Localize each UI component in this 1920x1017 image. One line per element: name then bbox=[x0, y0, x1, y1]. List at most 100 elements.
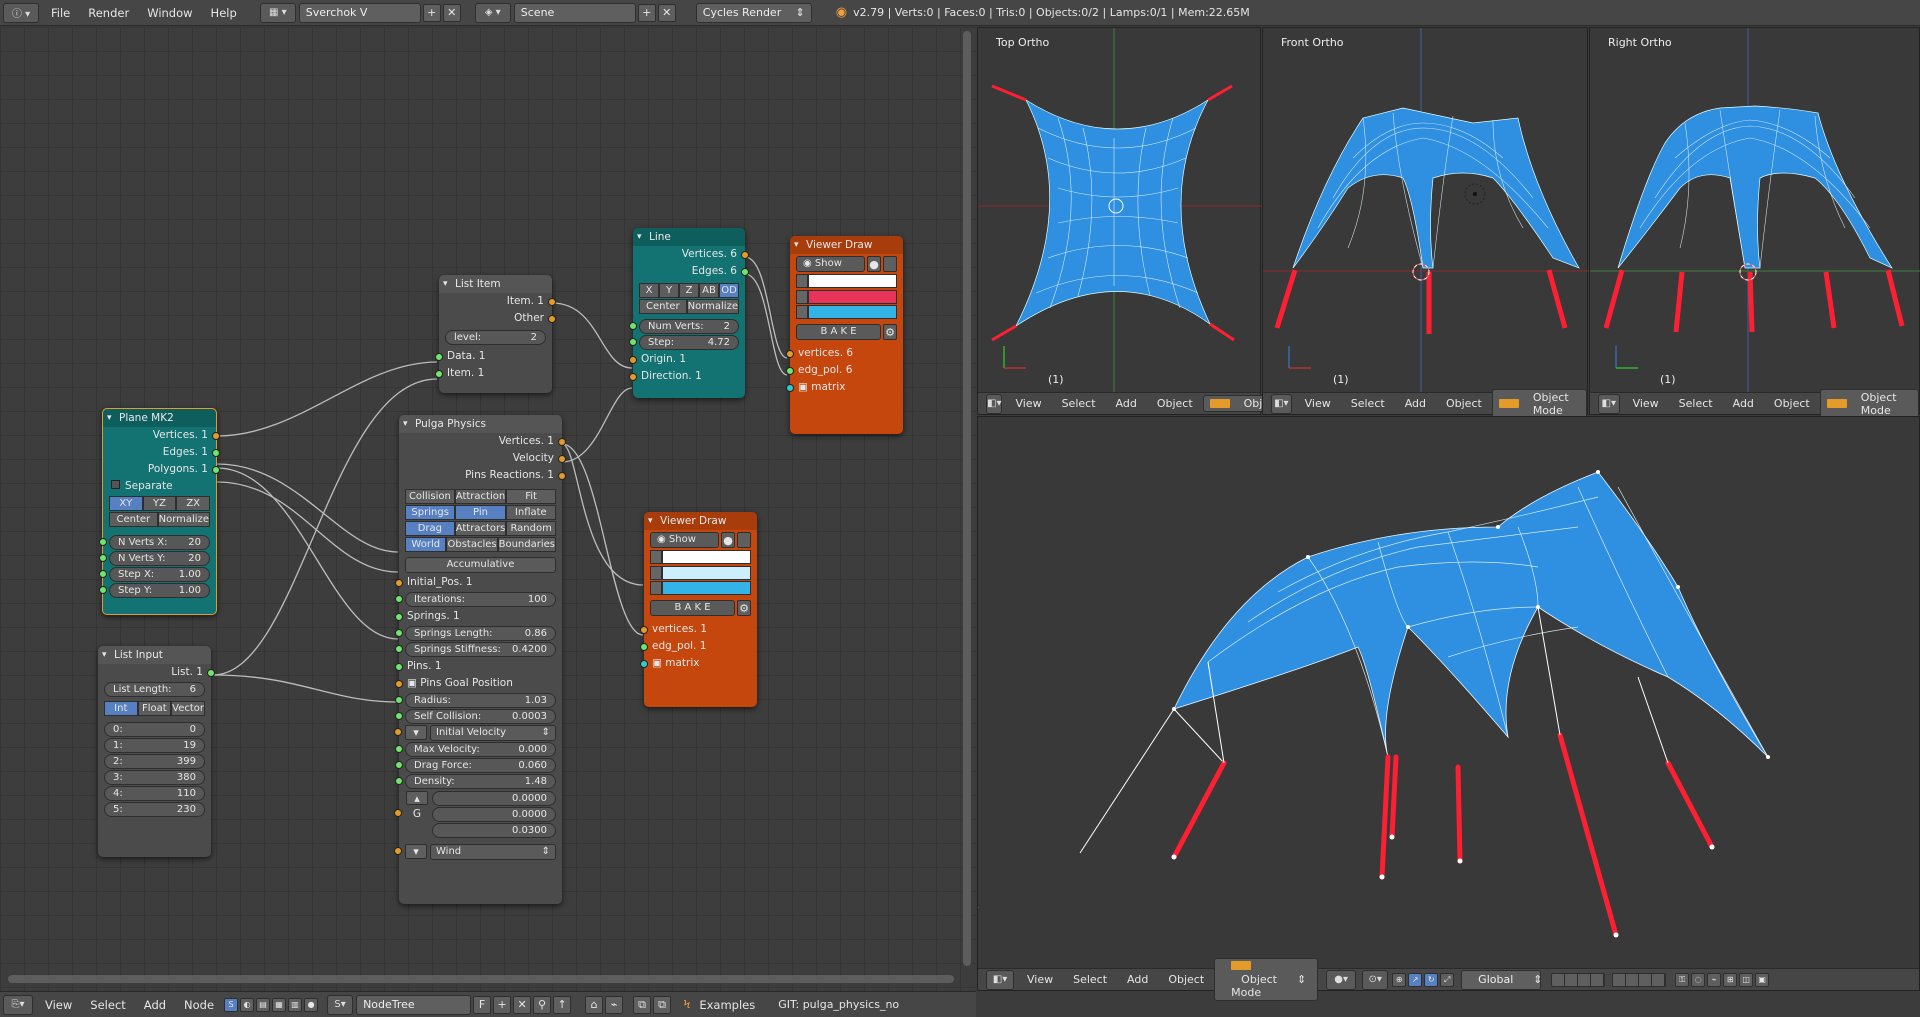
separate-checkbox[interactable]: Separate bbox=[103, 478, 216, 495]
copy-icon[interactable]: ⧉ bbox=[633, 995, 652, 1014]
render-icon[interactable]: ◫ bbox=[1739, 972, 1754, 987]
node-viewer-draw-1[interactable]: Viewer Draw ◉ Show● B A K E⚙ vertices. 6… bbox=[786, 236, 903, 434]
node-tree-field[interactable]: NodeTree bbox=[356, 994, 472, 1015]
menu-object[interactable]: Object bbox=[1764, 397, 1820, 410]
menu-node[interactable]: Node bbox=[175, 998, 223, 1012]
socket-item-in[interactable]: Item. 1 bbox=[435, 365, 552, 382]
springs-stiffness-field[interactable]: Springs Stiffness: 0.4200 bbox=[395, 642, 556, 657]
socket-icon[interactable] bbox=[394, 809, 402, 817]
gravity-x-field[interactable]: 0.0000 bbox=[432, 791, 556, 806]
viewport-right-ortho[interactable]: Right Ortho (1) ◧▾ View Select Add Objec… bbox=[1589, 27, 1920, 419]
wind-select[interactable]: Wind ⇕ bbox=[430, 844, 556, 860]
menu-object[interactable]: Object bbox=[1147, 397, 1203, 410]
axis-ab-button[interactable]: AB bbox=[699, 283, 719, 298]
rotate-icon[interactable]: ↻ bbox=[1424, 972, 1439, 987]
socket-vertices-out[interactable]: Vertices. 1 bbox=[399, 433, 566, 450]
viewport-front-ortho[interactable]: Front Ortho (1) ◧▾ View Select Add Objec… bbox=[1262, 27, 1589, 419]
mode-float-button[interactable]: Float bbox=[137, 701, 172, 716]
screen-name-field[interactable]: Sverchok V bbox=[298, 2, 421, 23]
socket-icon[interactable] bbox=[558, 437, 566, 446]
socket-vertices[interactable]: Vertices. 1 bbox=[103, 427, 220, 444]
radius-field[interactable]: Radius: 1.03 bbox=[395, 693, 556, 708]
menu-view[interactable]: View bbox=[1295, 397, 1341, 410]
normalize-button[interactable]: Normalize bbox=[157, 512, 210, 527]
edge-color-swatch[interactable] bbox=[808, 290, 897, 304]
socket-icon[interactable] bbox=[786, 383, 794, 392]
checkbox-icon[interactable] bbox=[111, 480, 120, 489]
menu-select[interactable]: Select bbox=[1669, 397, 1723, 410]
node-editor[interactable]: Plane MK2 Vertices. 1 Edges. 1 Polygons.… bbox=[0, 27, 976, 991]
socket-icon[interactable] bbox=[395, 629, 403, 637]
socket-icon[interactable] bbox=[394, 847, 402, 855]
vertex-color-swatch[interactable] bbox=[808, 274, 897, 288]
socket-icon[interactable] bbox=[394, 728, 402, 736]
socket-item-out[interactable]: Item. 1 bbox=[439, 293, 556, 310]
node-pulga-physics[interactable]: Pulga Physics Vertices. 1 Velocity Pins … bbox=[394, 415, 566, 904]
orientation-select[interactable]: Global ⇕ bbox=[1461, 969, 1542, 990]
socket-icon[interactable] bbox=[395, 578, 403, 587]
menu-view[interactable]: View bbox=[1017, 973, 1063, 986]
menu-view[interactable]: View bbox=[1623, 397, 1669, 410]
wind-row[interactable]: ▾ Wind ⇕ bbox=[394, 844, 556, 860]
horizontal-scrollbar[interactable] bbox=[8, 975, 954, 983]
menu-view[interactable]: View bbox=[1005, 397, 1051, 410]
editor-type-icon[interactable]: ◧▾ bbox=[1598, 393, 1620, 414]
iterations-field[interactable]: Iterations: 100 bbox=[395, 592, 556, 607]
node-list-input[interactable]: List Input List. 1 List Length: 6 IntFloa… bbox=[98, 646, 215, 857]
remove-scene-icon[interactable]: ✕ bbox=[657, 3, 676, 22]
socket-data[interactable]: Data. 1 bbox=[435, 348, 552, 365]
socket-direction[interactable]: Direction. 1 bbox=[629, 368, 745, 385]
sverchok-tree-icon[interactable]: S bbox=[224, 997, 239, 1012]
remove-screen-icon[interactable]: ✕ bbox=[442, 3, 461, 22]
sphere-icon[interactable]: ● bbox=[304, 997, 319, 1012]
mode-select[interactable]: Object Mode bbox=[1491, 388, 1587, 419]
gravity-vector[interactable]: ▴ G 0.0000 0.0000 0.0300 bbox=[394, 791, 556, 838]
list-item-field[interactable]: 1: 19 bbox=[104, 738, 205, 753]
viewport-perspective[interactable]: ◧▾ View Select Add Object Object Mode ⇕ ●… bbox=[977, 416, 1920, 1001]
collision-toggle[interactable]: Collision bbox=[405, 489, 455, 504]
socket-pins-reactions[interactable]: Pins Reactions. 1 bbox=[399, 467, 566, 484]
node-plane-mk2[interactable]: Plane MK2 Vertices. 1 Edges. 1 Polygons.… bbox=[99, 408, 220, 615]
socket-icon[interactable] bbox=[548, 314, 556, 323]
socket-icon[interactable] bbox=[640, 642, 648, 651]
node-line[interactable]: Line Vertices. 6 Edges. 6 XYZABOD Center… bbox=[629, 228, 749, 398]
menu-select[interactable]: Select bbox=[1063, 973, 1117, 986]
obstacles-toggle[interactable]: Obstacles bbox=[446, 537, 498, 552]
menu-render[interactable]: Render bbox=[79, 6, 138, 20]
axis-x-button[interactable]: X bbox=[639, 283, 659, 298]
menu-add[interactable]: Add bbox=[135, 998, 175, 1012]
socket-icon[interactable] bbox=[558, 454, 566, 463]
bake-button[interactable]: B A K E bbox=[650, 600, 735, 616]
socket-icon[interactable] bbox=[395, 662, 403, 671]
pin-icon[interactable]: ⚲ bbox=[533, 995, 552, 1014]
axis-yz-button[interactable]: YZ bbox=[142, 496, 177, 511]
render-engine-select[interactable]: Cycles Render ⇕ bbox=[695, 2, 812, 23]
list-item-field[interactable]: 3: 380 bbox=[104, 770, 205, 785]
socket-icon[interactable] bbox=[207, 668, 215, 677]
random-toggle[interactable]: Random bbox=[506, 521, 557, 536]
settings-icon[interactable]: ⚙ bbox=[737, 600, 751, 616]
initial-velocity-select[interactable]: Initial Velocity ⇕ bbox=[430, 725, 556, 741]
socket-icon[interactable] bbox=[395, 595, 403, 603]
socket-initial-pos[interactable]: Initial_Pos. 1 bbox=[395, 574, 562, 591]
mode-select[interactable]: Object Mode bbox=[1819, 388, 1919, 419]
menu-add[interactable]: Add bbox=[1106, 397, 1147, 410]
socket-icon[interactable] bbox=[395, 761, 403, 769]
lock-icon[interactable]: ⚿ bbox=[1675, 972, 1690, 987]
menu-select[interactable]: Select bbox=[1341, 397, 1395, 410]
menu-select[interactable]: Select bbox=[81, 998, 134, 1012]
manipulator-toggle-icon[interactable]: ⊕ bbox=[1392, 972, 1407, 987]
socket-icon[interactable] bbox=[629, 322, 637, 330]
inflate-toggle[interactable]: Inflate bbox=[505, 505, 556, 520]
socket-matrix[interactable]: ▣ matrix bbox=[786, 379, 903, 396]
socket-icon[interactable] bbox=[435, 352, 443, 361]
socket-icon[interactable] bbox=[395, 777, 403, 785]
list-item-field[interactable]: 2: 399 bbox=[104, 754, 205, 769]
add-screen-icon[interactable]: + bbox=[422, 3, 441, 22]
socket-pins[interactable]: Pins. 1 bbox=[395, 658, 562, 675]
self-collision-field[interactable]: Self Collision: 0.0003 bbox=[395, 709, 556, 724]
menu-object[interactable]: Object bbox=[1436, 397, 1492, 410]
viewport-top-ortho[interactable]: Top Ortho (1) ◧▾ View Select Add Object … bbox=[977, 27, 1293, 415]
socket-edg-pol[interactable]: edg_pol. 6 bbox=[786, 362, 903, 379]
density-field[interactable]: Density: 1.48 bbox=[395, 774, 556, 789]
